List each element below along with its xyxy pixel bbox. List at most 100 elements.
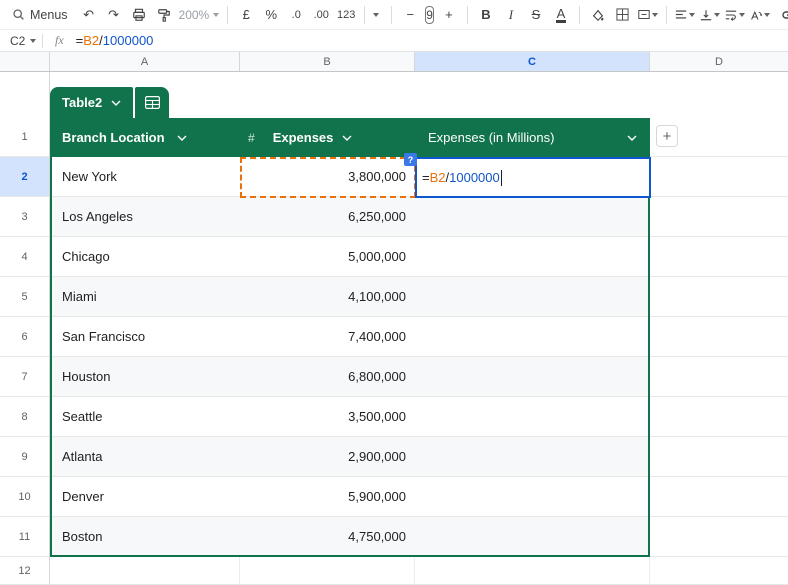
- empty-cell[interactable]: [650, 237, 788, 277]
- table-menu-button[interactable]: [135, 87, 169, 118]
- cell-expenses[interactable]: 4,750,000: [240, 517, 415, 557]
- cell-branch-location[interactable]: Houston: [50, 357, 240, 397]
- horizontal-align-button[interactable]: [675, 4, 695, 26]
- row-header[interactable]: 6: [0, 317, 50, 357]
- empty-cell[interactable]: [240, 72, 415, 118]
- paint-format-button[interactable]: [154, 4, 174, 26]
- cell-expenses-millions[interactable]: [415, 397, 650, 437]
- table-name-button[interactable]: Table2: [50, 87, 133, 118]
- empty-cell[interactable]: [650, 277, 788, 317]
- cell-branch-location[interactable]: Atlanta: [50, 437, 240, 477]
- cell-expenses-millions[interactable]: [415, 517, 650, 557]
- formula-input[interactable]: =B2/1000000: [76, 33, 154, 48]
- row-header[interactable]: 11: [0, 517, 50, 557]
- column-header-d[interactable]: D: [650, 52, 788, 71]
- table-header-expenses-millions[interactable]: Expenses (in Millions): [415, 118, 650, 157]
- cell-expenses[interactable]: 6,800,000: [240, 357, 415, 397]
- text-color-button[interactable]: A: [551, 4, 571, 26]
- cell-expenses[interactable]: 4,100,000: [240, 277, 415, 317]
- row-header[interactable]: 7: [0, 357, 50, 397]
- column-header-a[interactable]: A: [50, 52, 240, 71]
- empty-cell[interactable]: [650, 557, 788, 585]
- empty-cell[interactable]: [650, 72, 788, 118]
- decrease-decimal-button[interactable]: .0: [286, 4, 306, 26]
- merge-cells-button[interactable]: [638, 4, 658, 26]
- vertical-align-button[interactable]: [700, 4, 720, 26]
- menus-button[interactable]: Menus: [6, 6, 74, 24]
- italic-button[interactable]: I: [501, 4, 521, 26]
- cell-expenses-millions[interactable]: [415, 357, 650, 397]
- row-header-12[interactable]: 12: [0, 557, 50, 585]
- cell-expenses-millions[interactable]: [415, 277, 650, 317]
- cell-branch-location[interactable]: Miami: [50, 277, 240, 317]
- cell-expenses-millions[interactable]: [415, 197, 650, 237]
- more-formats-button[interactable]: 123: [336, 4, 356, 26]
- insert-link-button[interactable]: [780, 4, 788, 26]
- bold-button[interactable]: B: [476, 4, 496, 26]
- cell-expenses[interactable]: 7,400,000: [240, 317, 415, 357]
- cell-expenses-millions[interactable]: [415, 477, 650, 517]
- empty-cell[interactable]: [650, 477, 788, 517]
- cell-branch-location[interactable]: Los Angeles: [50, 197, 240, 237]
- table-header-branch-location[interactable]: Branch Location: [50, 118, 240, 157]
- increase-font-size-button[interactable]: +: [439, 4, 459, 26]
- cell-branch-location[interactable]: Boston: [50, 517, 240, 557]
- print-button[interactable]: [129, 4, 149, 26]
- column-header-b[interactable]: B: [240, 52, 415, 71]
- cell-branch-location[interactable]: Denver: [50, 477, 240, 517]
- name-box[interactable]: C2: [0, 34, 42, 48]
- formula-help-badge[interactable]: ?: [404, 153, 417, 166]
- cell-expenses[interactable]: 3,800,000: [240, 157, 415, 197]
- empty-cell[interactable]: [650, 197, 788, 237]
- cell-expenses-millions[interactable]: [415, 317, 650, 357]
- cell-branch-location[interactable]: New York: [50, 157, 240, 197]
- cell-branch-location[interactable]: San Francisco: [50, 317, 240, 357]
- cell-branch-location[interactable]: Seattle: [50, 397, 240, 437]
- currency-format-button[interactable]: £: [236, 4, 256, 26]
- empty-cell[interactable]: [650, 517, 788, 557]
- row-header[interactable]: 4: [0, 237, 50, 277]
- strikethrough-button[interactable]: S: [526, 4, 546, 26]
- cell-expenses[interactable]: 2,900,000: [240, 437, 415, 477]
- table-header-expenses[interactable]: # Expenses: [240, 118, 415, 157]
- fill-color-button[interactable]: [588, 4, 608, 26]
- cell-expenses[interactable]: 5,000,000: [240, 237, 415, 277]
- borders-button[interactable]: [613, 4, 633, 26]
- row-header[interactable]: [0, 72, 50, 118]
- decrease-font-size-button[interactable]: −: [400, 4, 420, 26]
- text-rotation-button[interactable]: [750, 4, 770, 26]
- empty-cell[interactable]: [415, 72, 650, 118]
- increase-decimal-button[interactable]: .00: [311, 4, 331, 26]
- empty-cell[interactable]: [650, 437, 788, 477]
- empty-cell[interactable]: [650, 357, 788, 397]
- text-wrap-button[interactable]: [725, 4, 745, 26]
- empty-cell[interactable]: [650, 157, 788, 197]
- font-family-selector[interactable]: [373, 4, 383, 26]
- select-all-corner[interactable]: [0, 52, 50, 71]
- undo-button[interactable]: ↶: [79, 4, 99, 26]
- add-column-button[interactable]: +: [656, 125, 678, 147]
- row-header[interactable]: 2: [0, 157, 50, 197]
- active-cell-editor[interactable]: =B2/1000000: [415, 157, 651, 198]
- row-header[interactable]: 3: [0, 197, 50, 237]
- row-header[interactable]: 10: [0, 477, 50, 517]
- row-header-1[interactable]: 1: [0, 118, 50, 157]
- row-header[interactable]: 8: [0, 397, 50, 437]
- column-header-c[interactable]: C: [415, 52, 650, 71]
- zoom-selector[interactable]: 200%: [179, 8, 220, 22]
- cell-expenses[interactable]: 3,500,000: [240, 397, 415, 437]
- cell-expenses-millions[interactable]: [415, 437, 650, 477]
- empty-cell[interactable]: [650, 317, 788, 357]
- row-header[interactable]: 5: [0, 277, 50, 317]
- percent-format-button[interactable]: %: [261, 4, 281, 26]
- empty-cell[interactable]: [50, 557, 240, 585]
- cell-branch-location[interactable]: Chicago: [50, 237, 240, 277]
- cell-expenses[interactable]: 6,250,000: [240, 197, 415, 237]
- font-size-input[interactable]: 9: [425, 6, 434, 24]
- cell-expenses[interactable]: 5,900,000: [240, 477, 415, 517]
- redo-button[interactable]: ↷: [104, 4, 124, 26]
- cell-expenses-millions[interactable]: [415, 237, 650, 277]
- empty-cell[interactable]: [240, 557, 415, 585]
- empty-cell[interactable]: [650, 397, 788, 437]
- empty-cell[interactable]: [415, 557, 650, 585]
